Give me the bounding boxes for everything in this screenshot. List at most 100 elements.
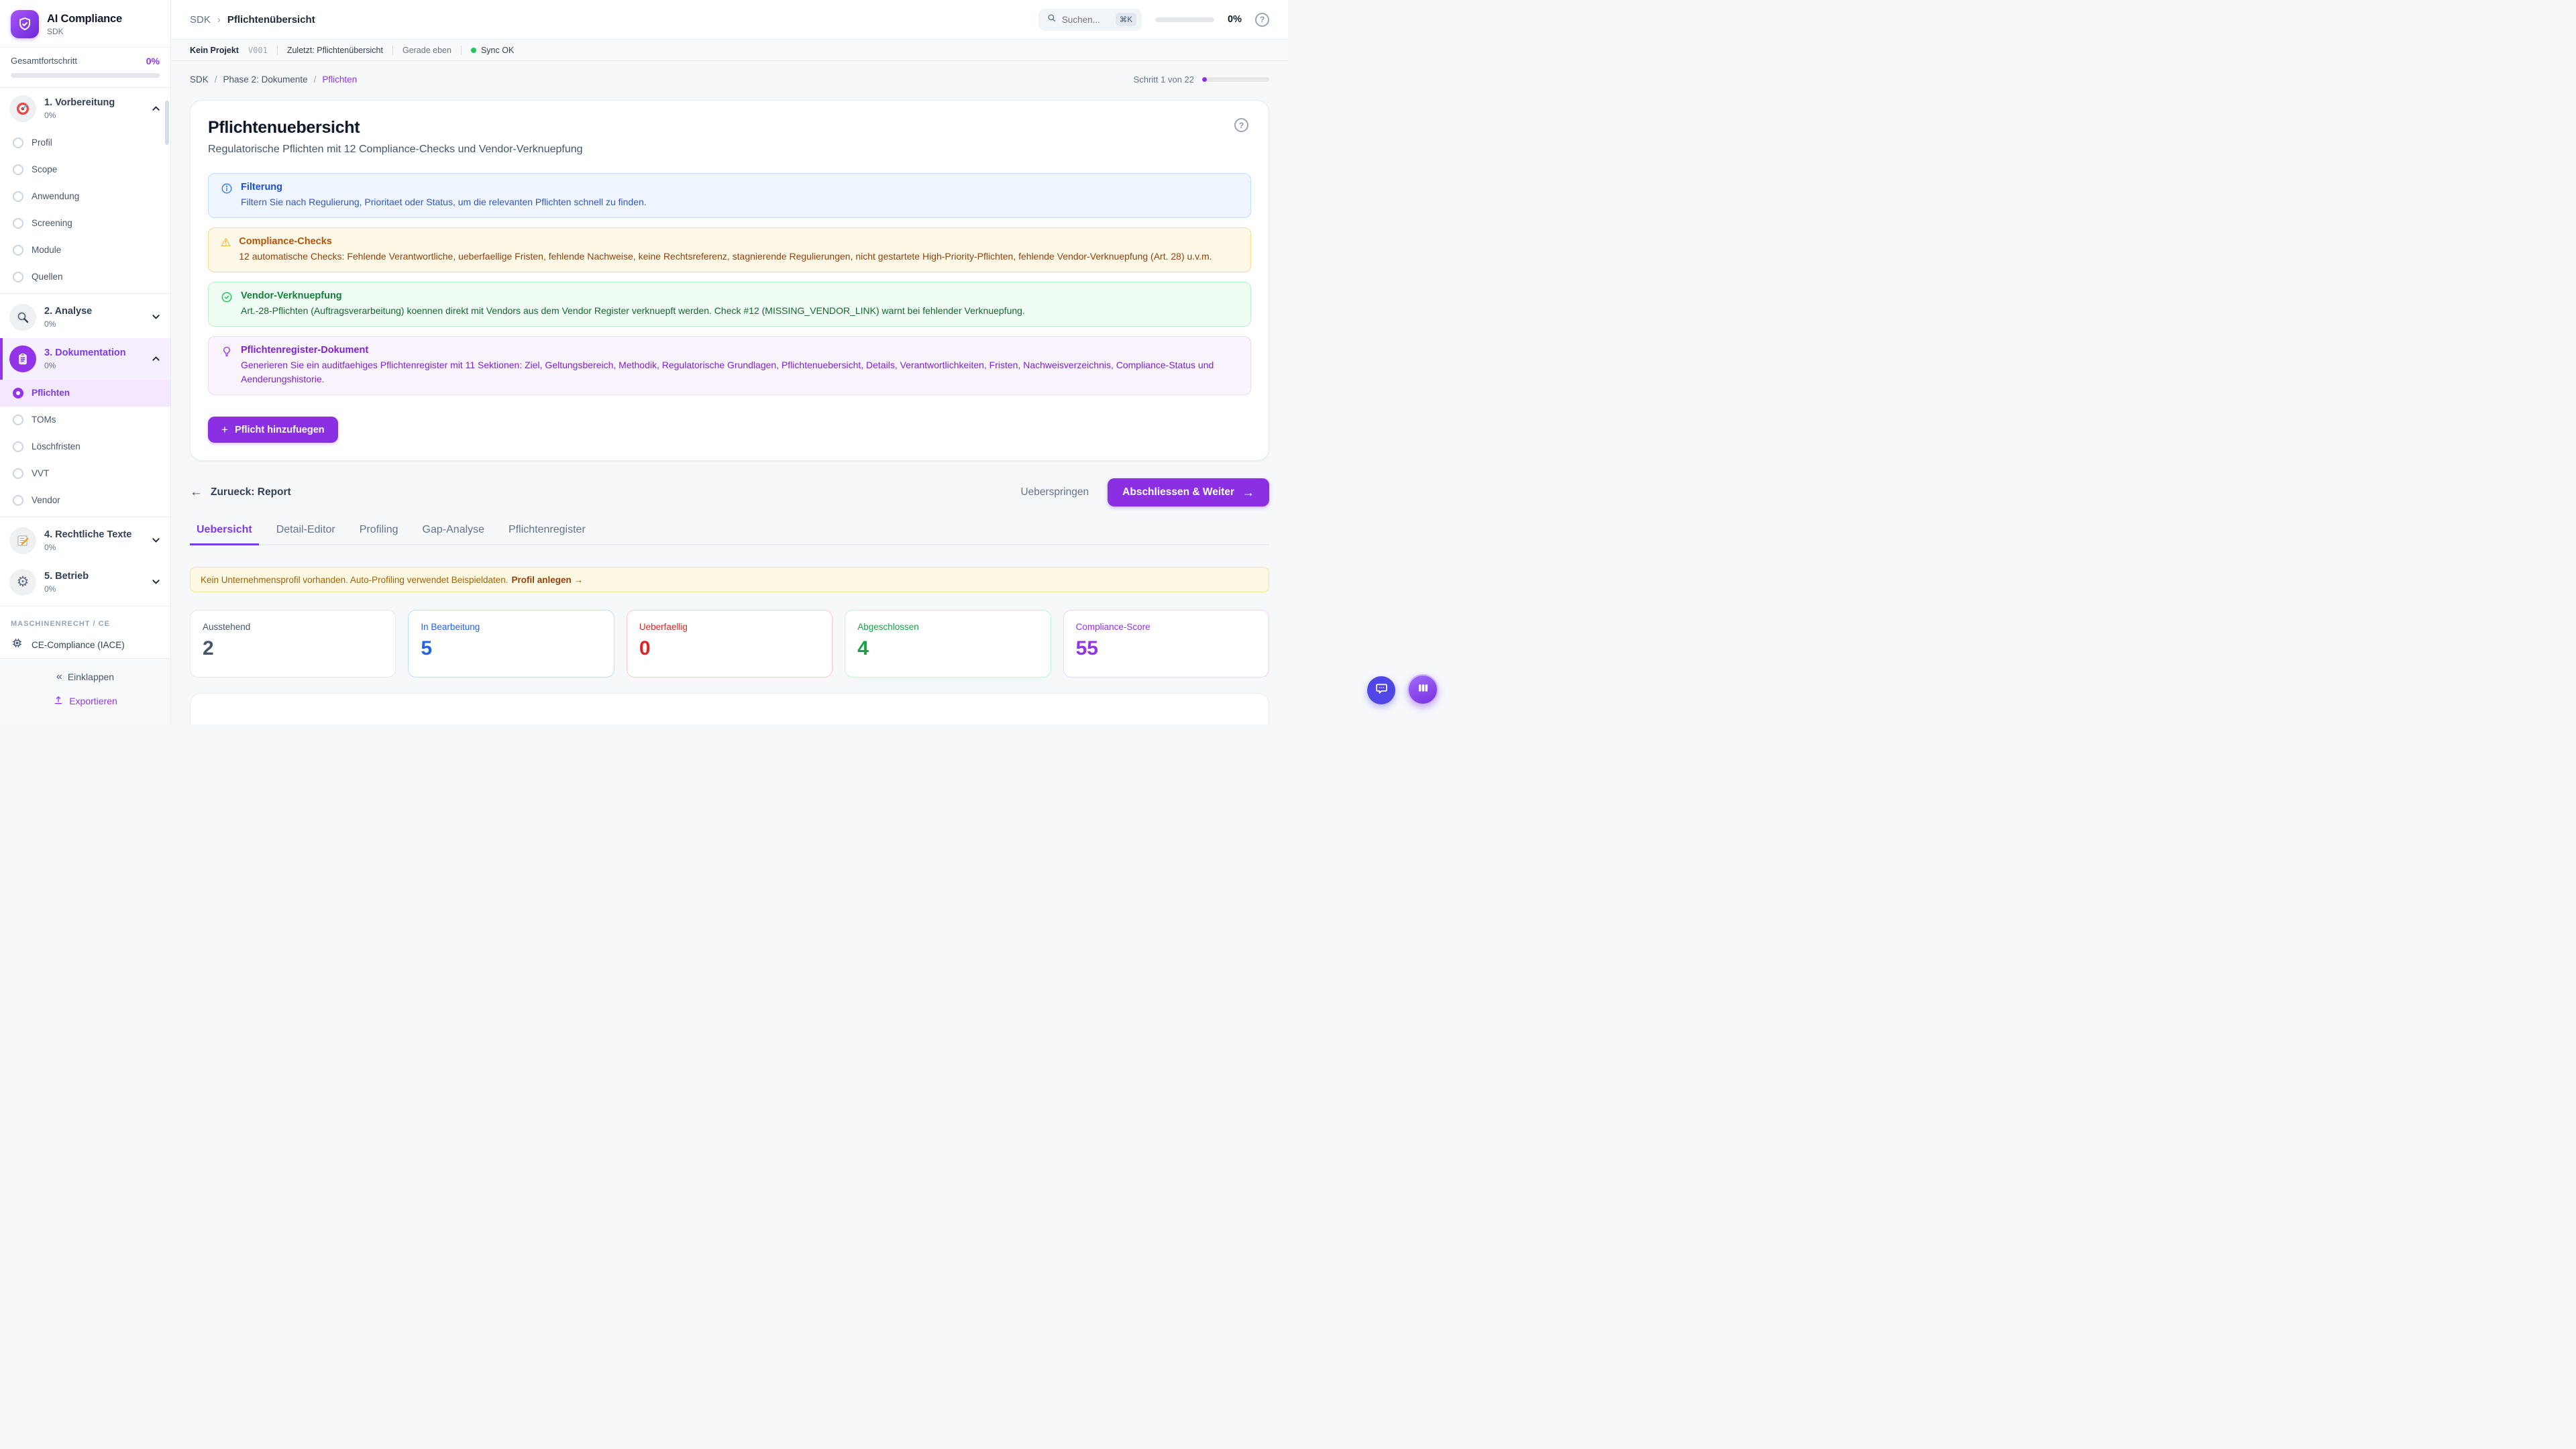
skip-button[interactable]: Ueberspringen	[1020, 486, 1089, 498]
breadcrumb-root-link[interactable]: SDK	[190, 14, 211, 25]
chip-icon	[11, 637, 23, 653]
tab-profiling[interactable]: Profiling	[353, 517, 405, 544]
sidebar-item-quellen[interactable]: Quellen	[0, 264, 170, 290]
help-icon[interactable]: ?	[1255, 13, 1269, 27]
tab-bar: Uebersicht Detail-Editor Profiling Gap-A…	[190, 517, 1269, 545]
sidebar-section-betrieb[interactable]: ⚙ 5. Betrieb 0%	[0, 561, 170, 603]
slash-separator: /	[314, 74, 317, 85]
sidebar-item-ce-compliance[interactable]: CE-Compliance (IACE)	[0, 632, 170, 658]
section-percent: 0%	[44, 543, 131, 553]
sidebar-section-analyse[interactable]: 2. Analyse 0%	[0, 297, 170, 338]
chat-bubble-icon	[1375, 682, 1389, 699]
search-shortcut-badge: ⌘K	[1116, 13, 1136, 26]
collapse-sidebar-button[interactable]: « Einklappen	[0, 671, 170, 683]
overall-progress-value: 0%	[146, 56, 160, 66]
tab-pflichtenregister[interactable]: Pflichtenregister	[502, 517, 592, 544]
section-label: 3. Dokumentation	[44, 347, 126, 359]
tab-detail-editor[interactable]: Detail-Editor	[270, 517, 342, 544]
add-pflicht-button[interactable]: + Pflicht hinzufuegen	[208, 417, 338, 443]
step-progress-bar	[1202, 77, 1269, 82]
next-label: Abschliessen & Weiter	[1122, 486, 1234, 498]
radio-circle-icon	[13, 441, 23, 452]
sidebar-scrollbar-thumb[interactable]	[165, 101, 169, 145]
stat-label: Compliance-Score	[1076, 622, 1256, 632]
section-percent: 0%	[44, 319, 92, 329]
sidebar-item-module[interactable]: Module	[0, 237, 170, 264]
sidebar-item-vendor[interactable]: Vendor	[0, 487, 170, 514]
collapse-label: Einklappen	[68, 672, 114, 682]
sidebar-item-screening[interactable]: Screening	[0, 210, 170, 237]
wizard-nav-row: ← Zurueck: Report Ueberspringen Abschlie…	[190, 478, 1269, 506]
sidebar-item-pflichten[interactable]: Pflichten	[0, 380, 170, 407]
stat-value: 0	[639, 637, 820, 660]
breadcrumb-sdk-link[interactable]: SDK	[190, 74, 209, 85]
finish-and-next-button[interactable]: Abschliessen & Weiter →	[1108, 478, 1269, 506]
chat-button[interactable]	[1367, 676, 1395, 704]
pflichten-overview-card: Pflichtenuebersicht ? Regulatorische Pfl…	[190, 100, 1269, 461]
tab-uebersicht[interactable]: Uebersicht	[190, 517, 259, 544]
panel-columns-button[interactable]	[1407, 674, 1438, 705]
sidebar-section-rechtliche-texte[interactable]: 4. Rechtliche Texte 0%	[0, 520, 170, 561]
profile-warning-banner: Kein Unternehmensprofil vorhanden. Auto-…	[190, 567, 1269, 592]
memo-icon	[9, 527, 36, 554]
header-breadcrumb: SDK › Pflichtenübersicht	[190, 14, 315, 25]
info-box-body: 12 automatische Checks: Fehlende Verantw…	[239, 250, 1212, 264]
columns-icon	[1416, 681, 1430, 698]
sync-ok-dot-icon	[471, 48, 476, 53]
info-box-body: Art.-28-Pflichten (Auftragsverarbeitung)…	[241, 304, 1025, 318]
stat-card-ueberfaellig: Ueberfaellig 0	[627, 610, 833, 678]
clipboard-icon	[9, 345, 36, 372]
breadcrumb-current: Pflichtenübersicht	[227, 14, 315, 25]
sidebar-item-vvt[interactable]: VVT	[0, 460, 170, 487]
lightbulb-icon	[221, 345, 233, 386]
tab-gap-analyse[interactable]: Gap-Analyse	[416, 517, 492, 544]
search-field[interactable]	[1062, 15, 1110, 25]
sidebar-item-loeschfristen[interactable]: Löschfristen	[0, 433, 170, 460]
radio-circle-icon	[13, 415, 23, 425]
page-subtitle: Regulatorische Pflichten mit 12 Complian…	[208, 144, 1251, 156]
radio-selected-icon	[13, 388, 23, 398]
section-percent: 0%	[44, 584, 89, 594]
upload-icon	[53, 695, 64, 708]
info-box-pflichtenregister: Pflichtenregister-Dokument Generieren Si…	[208, 336, 1251, 395]
breadcrumb-phase-link[interactable]: Phase 2: Dokumente	[223, 74, 308, 85]
app-root: AI Compliance SDK Gesamtfortschritt 0% 1…	[0, 0, 1288, 724]
search-icon	[1046, 13, 1057, 26]
header-actions: ⌘K 0% ?	[1038, 9, 1269, 31]
sidebar-section-dokumentation[interactable]: 3. Dokumentation 0%	[0, 338, 170, 380]
sidebar-item-profil[interactable]: Profil	[0, 129, 170, 156]
stat-card-ausstehend: Ausstehend 2	[190, 610, 396, 678]
breadcrumb-current: Pflichten	[322, 74, 357, 85]
sidebar-group-maschinenrecht: MASCHINENRECHT / CE	[0, 609, 170, 632]
back-to-report-link[interactable]: ← Zurueck: Report	[190, 485, 291, 500]
warning-triangle-icon: ⚠	[221, 237, 231, 264]
chevron-down-icon	[151, 535, 161, 545]
chevron-up-icon	[151, 354, 161, 364]
magnifier-icon	[9, 304, 36, 331]
chevron-right-icon: ›	[217, 14, 221, 25]
sidebar-section-vorbereitung[interactable]: 1. Vorbereitung 0%	[0, 88, 170, 129]
radio-circle-icon	[13, 245, 23, 256]
chevron-down-icon	[151, 312, 161, 322]
create-profile-link[interactable]: Profil anlegen →	[512, 575, 584, 585]
divider	[0, 293, 170, 294]
arrow-left-icon: ←	[190, 485, 203, 500]
stat-value: 4	[857, 637, 1038, 660]
sidebar-item-anwendung[interactable]: Anwendung	[0, 183, 170, 210]
radio-circle-icon	[13, 218, 23, 229]
arrow-right-icon: →	[1242, 486, 1254, 500]
card-help-icon[interactable]: ?	[1234, 118, 1248, 132]
overall-progress-label: Gesamtfortschritt	[11, 56, 77, 66]
sidebar-item-toms[interactable]: TOMs	[0, 407, 170, 433]
info-box-title: Filterung	[241, 182, 647, 193]
page-content: SDK / Phase 2: Dokumente / Pflichten Sch…	[171, 61, 1288, 724]
stat-card-compliance-score: Compliance-Score 55	[1063, 610, 1269, 678]
sync-status-label: Sync OK	[481, 46, 514, 55]
sidebar-item-scope[interactable]: Scope	[0, 156, 170, 183]
search-input[interactable]: ⌘K	[1038, 9, 1142, 31]
export-button[interactable]: Exportieren	[0, 695, 170, 708]
double-chevron-left-icon: «	[56, 671, 61, 683]
sidebar-nav: 1. Vorbereitung 0% Profil Scope Anwendun…	[0, 88, 170, 609]
app-identity: AI Compliance SDK	[47, 13, 122, 36]
status-bar: Kein Projekt V001 Zuletzt: Pflichtenüber…	[171, 40, 1288, 61]
